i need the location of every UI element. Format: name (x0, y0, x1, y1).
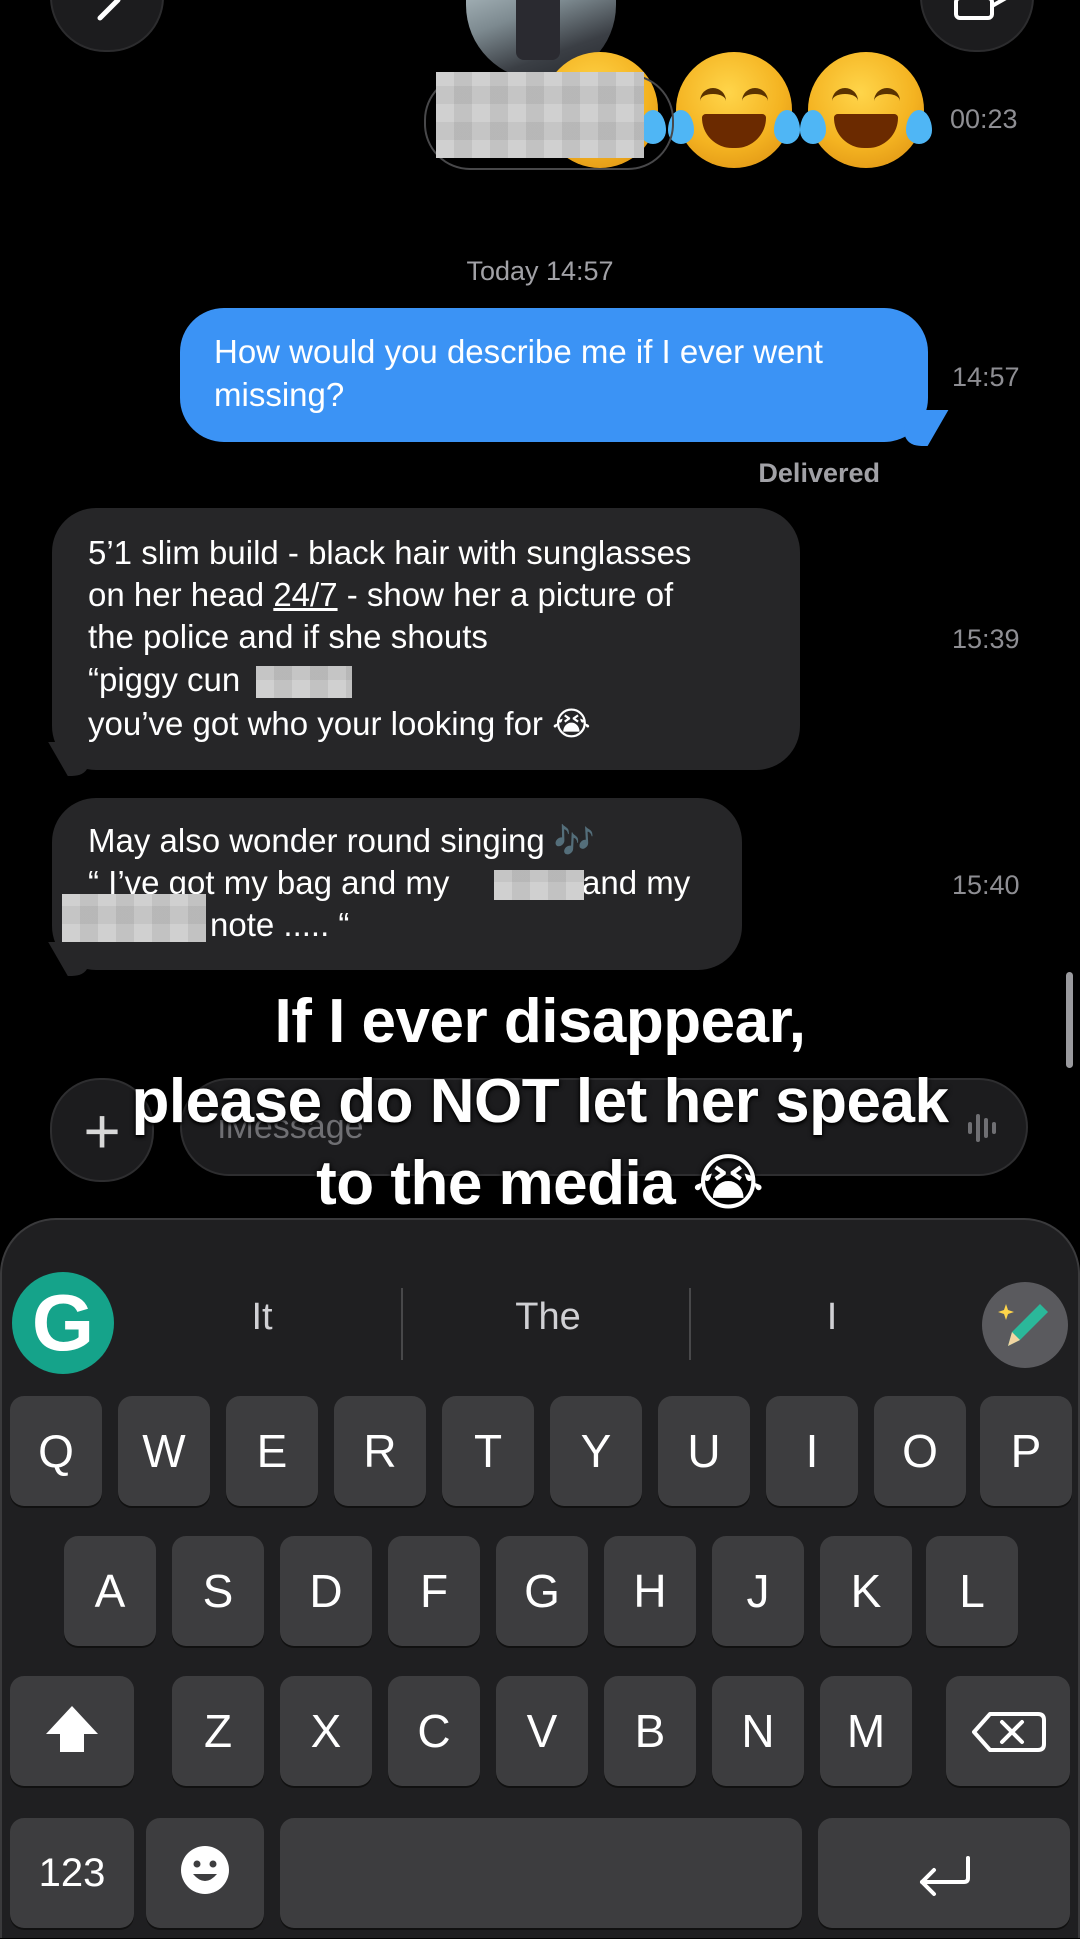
message-time: 15:40 (952, 870, 1020, 900)
divider (401, 1288, 403, 1360)
shift-icon (46, 1706, 98, 1752)
key-p[interactable]: P (980, 1396, 1072, 1506)
emoji-icon (181, 1846, 229, 1894)
message-time: 00:23 (950, 104, 1018, 134)
key-m[interactable]: M (820, 1676, 912, 1786)
key-n[interactable]: N (712, 1676, 804, 1786)
incoming-message-bubble[interactable]: May also wonder round singing 🎶 “ I’ve g… (48, 798, 742, 976)
suggestion-item[interactable]: I (752, 1296, 912, 1339)
chevron-left-icon (97, 0, 121, 21)
outgoing-message-bubble[interactable]: How would you describe me if I ever went… (180, 308, 949, 446)
redacted-area (62, 894, 206, 942)
key-j[interactable]: J (712, 1536, 804, 1646)
key-e[interactable]: E (226, 1396, 318, 1506)
emoji-key[interactable] (146, 1818, 264, 1928)
numbers-key[interactable]: 123 (10, 1818, 134, 1928)
suggestion-item[interactable]: It (182, 1296, 342, 1339)
message-time: 15:39 (952, 624, 1020, 654)
key-r[interactable]: R (334, 1396, 426, 1506)
key-y[interactable]: Y (550, 1396, 642, 1506)
message-line: note ..... “ (210, 906, 350, 943)
divider (689, 1288, 691, 1360)
key-z[interactable]: Z (172, 1676, 264, 1786)
key-x[interactable]: X (280, 1676, 372, 1786)
return-icon (920, 1856, 970, 1896)
message-line: “piggy cun (88, 661, 241, 698)
return-key[interactable] (818, 1818, 1070, 1928)
key-f[interactable]: F (388, 1536, 480, 1646)
video-call-button[interactable] (920, 0, 1034, 52)
key-d[interactable]: D (280, 1536, 372, 1646)
message-line: the police and if she shouts (88, 618, 488, 655)
message-line: May also wonder round singing 🎶 (88, 822, 596, 859)
caption-line: please do NOT let her speak (131, 1067, 949, 1136)
caption-line: If I ever disappear, (274, 987, 806, 1056)
key-c[interactable]: C (388, 1676, 480, 1786)
video-camera-icon (954, 0, 1007, 20)
key-q[interactable]: Q (10, 1396, 102, 1506)
backspace-icon (972, 1712, 1046, 1752)
redacted-area (256, 666, 352, 698)
space-key[interactable] (280, 1818, 802, 1928)
key-t[interactable]: T (442, 1396, 534, 1506)
key-s[interactable]: S (172, 1536, 264, 1646)
suggestion-item[interactable]: The (468, 1296, 628, 1339)
key-h[interactable]: H (604, 1536, 696, 1646)
message-line: you’ve got who your looking for 😭 (88, 705, 591, 742)
redacted-area (436, 72, 644, 158)
redacted-area (494, 870, 584, 900)
message-line: 5’1 slim build - black hair with sunglas… (88, 534, 692, 571)
key-k[interactable]: K (820, 1536, 912, 1646)
delivery-status: Delivered (758, 458, 880, 488)
tears-of-joy-emoji (668, 52, 800, 168)
key-g[interactable]: G (496, 1536, 588, 1646)
key-w[interactable]: W (118, 1396, 210, 1506)
message-line: on her head 24/7 - show her a picture of (88, 576, 674, 613)
caption-line: to the media 😭 (316, 1149, 764, 1218)
key-u[interactable]: U (658, 1396, 750, 1506)
message-line: How would you describe me if I ever went (214, 333, 823, 370)
message-time: 14:57 (952, 362, 1020, 392)
message-line: missing? (214, 376, 345, 413)
tears-of-joy-emoji (800, 52, 932, 168)
grammarly-button[interactable]: G (12, 1272, 114, 1374)
delete-key[interactable] (946, 1676, 1070, 1786)
pencil-sparkle-icon (998, 1304, 1048, 1346)
key-o[interactable]: O (874, 1396, 966, 1506)
pencil-sparkle-button[interactable] (982, 1282, 1068, 1368)
key-a[interactable]: A (64, 1536, 156, 1646)
incoming-message-bubble[interactable]: 5’1 slim build - black hair with sunglas… (48, 508, 800, 776)
date-divider: Today 14:57 (466, 256, 614, 286)
shift-key[interactable] (10, 1676, 134, 1786)
key-i[interactable]: I (766, 1396, 858, 1506)
date-link[interactable]: 24/7 (273, 576, 337, 613)
back-button[interactable] (50, 0, 164, 52)
key-v[interactable]: V (496, 1676, 588, 1786)
key-l[interactable]: L (926, 1536, 1018, 1646)
message-line: and my (582, 864, 691, 901)
key-b[interactable]: B (604, 1676, 696, 1786)
